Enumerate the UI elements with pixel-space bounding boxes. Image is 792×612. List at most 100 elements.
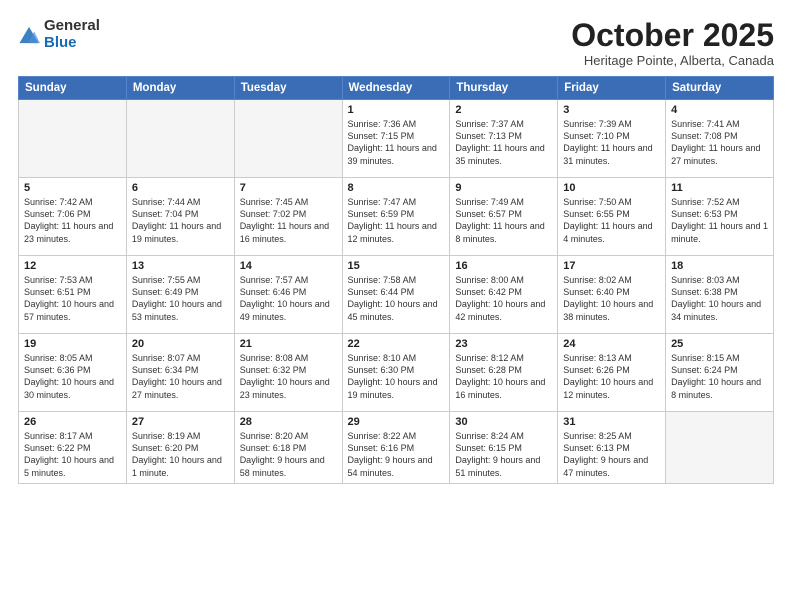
day-number: 29 <box>348 416 445 428</box>
table-row <box>19 100 127 178</box>
day-number: 31 <box>563 416 660 428</box>
day-info: Sunrise: 7:47 AM Sunset: 6:59 PM Dayligh… <box>348 196 445 245</box>
weekday-header-row: SundayMondayTuesdayWednesdayThursdayFrid… <box>19 77 774 100</box>
day-info: Sunrise: 7:41 AM Sunset: 7:08 PM Dayligh… <box>671 118 768 167</box>
day-number: 19 <box>24 338 121 350</box>
day-info: Sunrise: 7:57 AM Sunset: 6:46 PM Dayligh… <box>240 274 337 323</box>
table-row: 31 Sunrise: 8:25 AM Sunset: 6:13 PM Dayli… <box>558 412 666 484</box>
day-number: 27 <box>132 416 229 428</box>
day-info: Sunrise: 7:52 AM Sunset: 6:53 PM Dayligh… <box>671 196 768 245</box>
calendar-week-3: 12Sunrise: 7:53 AM Sunset: 6:51 PM Dayli… <box>19 256 774 334</box>
day-info: Sunrise: 8:17 AM Sunset: 6:22 PM Dayligh… <box>24 430 121 479</box>
day-number: 30 <box>455 416 552 428</box>
table-row: 12Sunrise: 7:53 AM Sunset: 6:51 PM Dayli… <box>19 256 127 334</box>
table-row <box>234 100 342 178</box>
day-info: Sunrise: 7:45 AM Sunset: 7:02 PM Dayligh… <box>240 196 337 245</box>
day-info: Sunrise: 7:39 AM Sunset: 7:10 PM Dayligh… <box>563 118 660 167</box>
table-row: 21 Sunrise: 8:08 AM Sunset: 6:32 PM Dayli… <box>234 334 342 412</box>
day-number: 25 <box>671 338 768 350</box>
day-number: 23 <box>455 338 552 350</box>
table-row: 14 Sunrise: 7:57 AM Sunset: 6:46 PM Dayli… <box>234 256 342 334</box>
day-number: 17 <box>563 260 660 272</box>
logo-icon <box>18 24 40 46</box>
day-info: Sunrise: 8:25 AM Sunset: 6:13 PM Dayligh… <box>563 430 660 479</box>
logo-general: General <box>44 18 100 35</box>
table-row: 26 Sunrise: 8:17 AM Sunset: 6:22 PM Dayli… <box>19 412 127 484</box>
day-number: 5 <box>24 182 121 194</box>
day-info: Sunrise: 8:15 AM Sunset: 6:24 PM Dayligh… <box>671 352 768 401</box>
weekday-header-tuesday: Tuesday <box>234 77 342 100</box>
table-row: 11Sunrise: 7:52 AM Sunset: 6:53 PM Dayli… <box>666 178 774 256</box>
day-info: Sunrise: 8:12 AM Sunset: 6:28 PM Dayligh… <box>455 352 552 401</box>
table-row <box>126 100 234 178</box>
page: General Blue October 2025 Heritage Point… <box>0 0 792 612</box>
day-number: 20 <box>132 338 229 350</box>
day-info: Sunrise: 8:03 AM Sunset: 6:38 PM Dayligh… <box>671 274 768 323</box>
day-number: 26 <box>24 416 121 428</box>
day-info: Sunrise: 7:37 AM Sunset: 7:13 PM Dayligh… <box>455 118 552 167</box>
table-row: 10 Sunrise: 7:50 AM Sunset: 6:55 PM Dayli… <box>558 178 666 256</box>
weekday-header-thursday: Thursday <box>450 77 558 100</box>
day-number: 16 <box>455 260 552 272</box>
day-info: Sunrise: 8:07 AM Sunset: 6:34 PM Dayligh… <box>132 352 229 401</box>
table-row: 18 Sunrise: 8:03 AM Sunset: 6:38 PM Dayli… <box>666 256 774 334</box>
table-row: 8Sunrise: 7:47 AM Sunset: 6:59 PM Daylig… <box>342 178 450 256</box>
table-row: 20 Sunrise: 8:07 AM Sunset: 6:34 PM Dayli… <box>126 334 234 412</box>
day-info: Sunrise: 7:58 AM Sunset: 6:44 PM Dayligh… <box>348 274 445 323</box>
day-number: 18 <box>671 260 768 272</box>
table-row: 23 Sunrise: 8:12 AM Sunset: 6:28 PM Dayli… <box>450 334 558 412</box>
day-number: 24 <box>563 338 660 350</box>
table-row: 19 Sunrise: 8:05 AM Sunset: 6:36 PM Dayli… <box>19 334 127 412</box>
table-row: 15Sunrise: 7:58 AM Sunset: 6:44 PM Dayli… <box>342 256 450 334</box>
day-number: 28 <box>240 416 337 428</box>
table-row: 24 Sunrise: 8:13 AM Sunset: 6:26 PM Dayli… <box>558 334 666 412</box>
table-row: 29 Sunrise: 8:22 AM Sunset: 6:16 PM Dayli… <box>342 412 450 484</box>
day-number: 4 <box>671 104 768 116</box>
table-row: 16Sunrise: 8:00 AM Sunset: 6:42 PM Dayli… <box>450 256 558 334</box>
day-number: 10 <box>563 182 660 194</box>
table-row: 13 Sunrise: 7:55 AM Sunset: 6:49 PM Dayli… <box>126 256 234 334</box>
day-info: Sunrise: 7:44 AM Sunset: 7:04 PM Dayligh… <box>132 196 229 245</box>
calendar-week-5: 26 Sunrise: 8:17 AM Sunset: 6:22 PM Dayli… <box>19 412 774 484</box>
day-info: Sunrise: 7:50 AM Sunset: 6:55 PM Dayligh… <box>563 196 660 245</box>
day-number: 7 <box>240 182 337 194</box>
weekday-header-friday: Friday <box>558 77 666 100</box>
table-row: 30Sunrise: 8:24 AM Sunset: 6:15 PM Dayli… <box>450 412 558 484</box>
day-number: 2 <box>455 104 552 116</box>
day-info: Sunrise: 8:19 AM Sunset: 6:20 PM Dayligh… <box>132 430 229 479</box>
day-number: 13 <box>132 260 229 272</box>
day-number: 9 <box>455 182 552 194</box>
day-info: Sunrise: 7:36 AM Sunset: 7:15 PM Dayligh… <box>348 118 445 167</box>
weekday-header-saturday: Saturday <box>666 77 774 100</box>
day-number: 21 <box>240 338 337 350</box>
table-row: 5Sunrise: 7:42 AM Sunset: 7:06 PM Daylig… <box>19 178 127 256</box>
table-row: 7 Sunrise: 7:45 AM Sunset: 7:02 PM Daylig… <box>234 178 342 256</box>
day-info: Sunrise: 8:22 AM Sunset: 6:16 PM Dayligh… <box>348 430 445 479</box>
weekday-header-sunday: Sunday <box>19 77 127 100</box>
table-row: 25 Sunrise: 8:15 AM Sunset: 6:24 PM Dayli… <box>666 334 774 412</box>
table-row: 1 Sunrise: 7:36 AM Sunset: 7:15 PM Daylig… <box>342 100 450 178</box>
day-info: Sunrise: 8:02 AM Sunset: 6:40 PM Dayligh… <box>563 274 660 323</box>
table-row: 9Sunrise: 7:49 AM Sunset: 6:57 PM Daylig… <box>450 178 558 256</box>
calendar-week-2: 5Sunrise: 7:42 AM Sunset: 7:06 PM Daylig… <box>19 178 774 256</box>
weekday-header-monday: Monday <box>126 77 234 100</box>
day-number: 1 <box>348 104 445 116</box>
location-subtitle: Heritage Pointe, Alberta, Canada <box>571 53 774 68</box>
table-row: 28 Sunrise: 8:20 AM Sunset: 6:18 PM Dayli… <box>234 412 342 484</box>
table-row: 3Sunrise: 7:39 AM Sunset: 7:10 PM Daylig… <box>558 100 666 178</box>
weekday-header-wednesday: Wednesday <box>342 77 450 100</box>
table-row: 4 Sunrise: 7:41 AM Sunset: 7:08 PM Daylig… <box>666 100 774 178</box>
day-number: 14 <box>240 260 337 272</box>
day-info: Sunrise: 7:55 AM Sunset: 6:49 PM Dayligh… <box>132 274 229 323</box>
day-info: Sunrise: 8:08 AM Sunset: 6:32 PM Dayligh… <box>240 352 337 401</box>
day-number: 22 <box>348 338 445 350</box>
day-info: Sunrise: 8:20 AM Sunset: 6:18 PM Dayligh… <box>240 430 337 479</box>
table-row: 6Sunrise: 7:44 AM Sunset: 7:04 PM Daylig… <box>126 178 234 256</box>
day-info: Sunrise: 8:13 AM Sunset: 6:26 PM Dayligh… <box>563 352 660 401</box>
calendar-table: SundayMondayTuesdayWednesdayThursdayFrid… <box>18 76 774 484</box>
table-row <box>666 412 774 484</box>
day-info: Sunrise: 8:05 AM Sunset: 6:36 PM Dayligh… <box>24 352 121 401</box>
logo-blue: Blue <box>44 35 100 52</box>
logo: General Blue <box>18 18 100 51</box>
day-info: Sunrise: 7:53 AM Sunset: 6:51 PM Dayligh… <box>24 274 121 323</box>
